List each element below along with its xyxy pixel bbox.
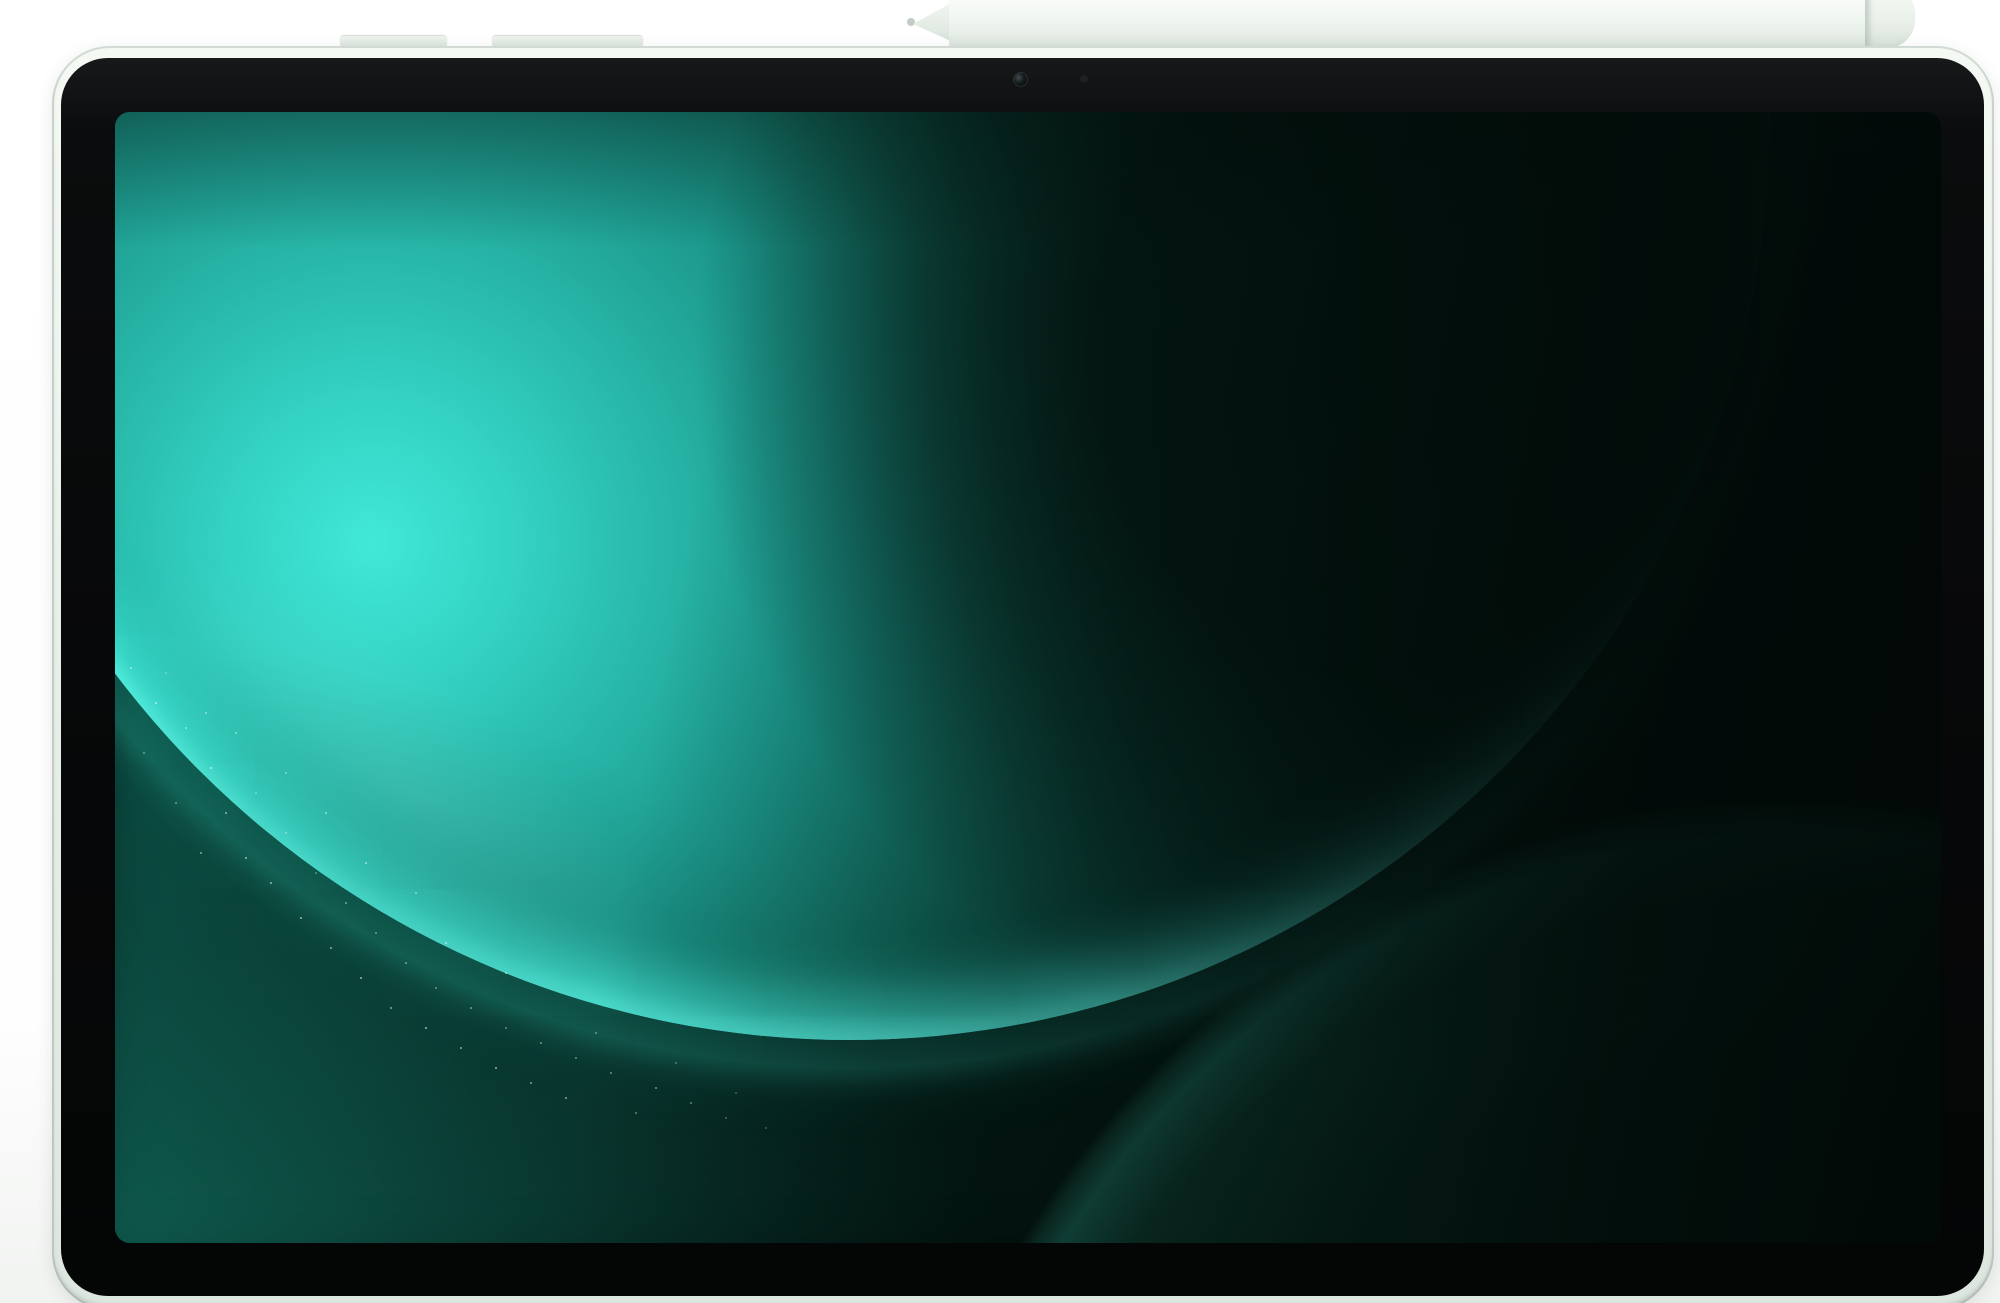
stylus-cap: [1867, 0, 1915, 48]
tablet-screen: [115, 112, 1941, 1243]
front-camera: [1014, 73, 1027, 86]
stylus-nib: [907, 18, 915, 26]
wallpaper-top-shade: [115, 112, 1941, 1243]
stylus-pen: [905, 0, 1915, 50]
photo-background: Mint-green tablet in landscape with whit…: [0, 0, 2000, 1303]
stylus-tip: [913, 2, 953, 42]
tablet-device: [52, 46, 1994, 1303]
light-sensor: [1080, 75, 1088, 83]
tablet-bezel: [61, 58, 1984, 1296]
stylus-body: [949, 0, 1867, 50]
